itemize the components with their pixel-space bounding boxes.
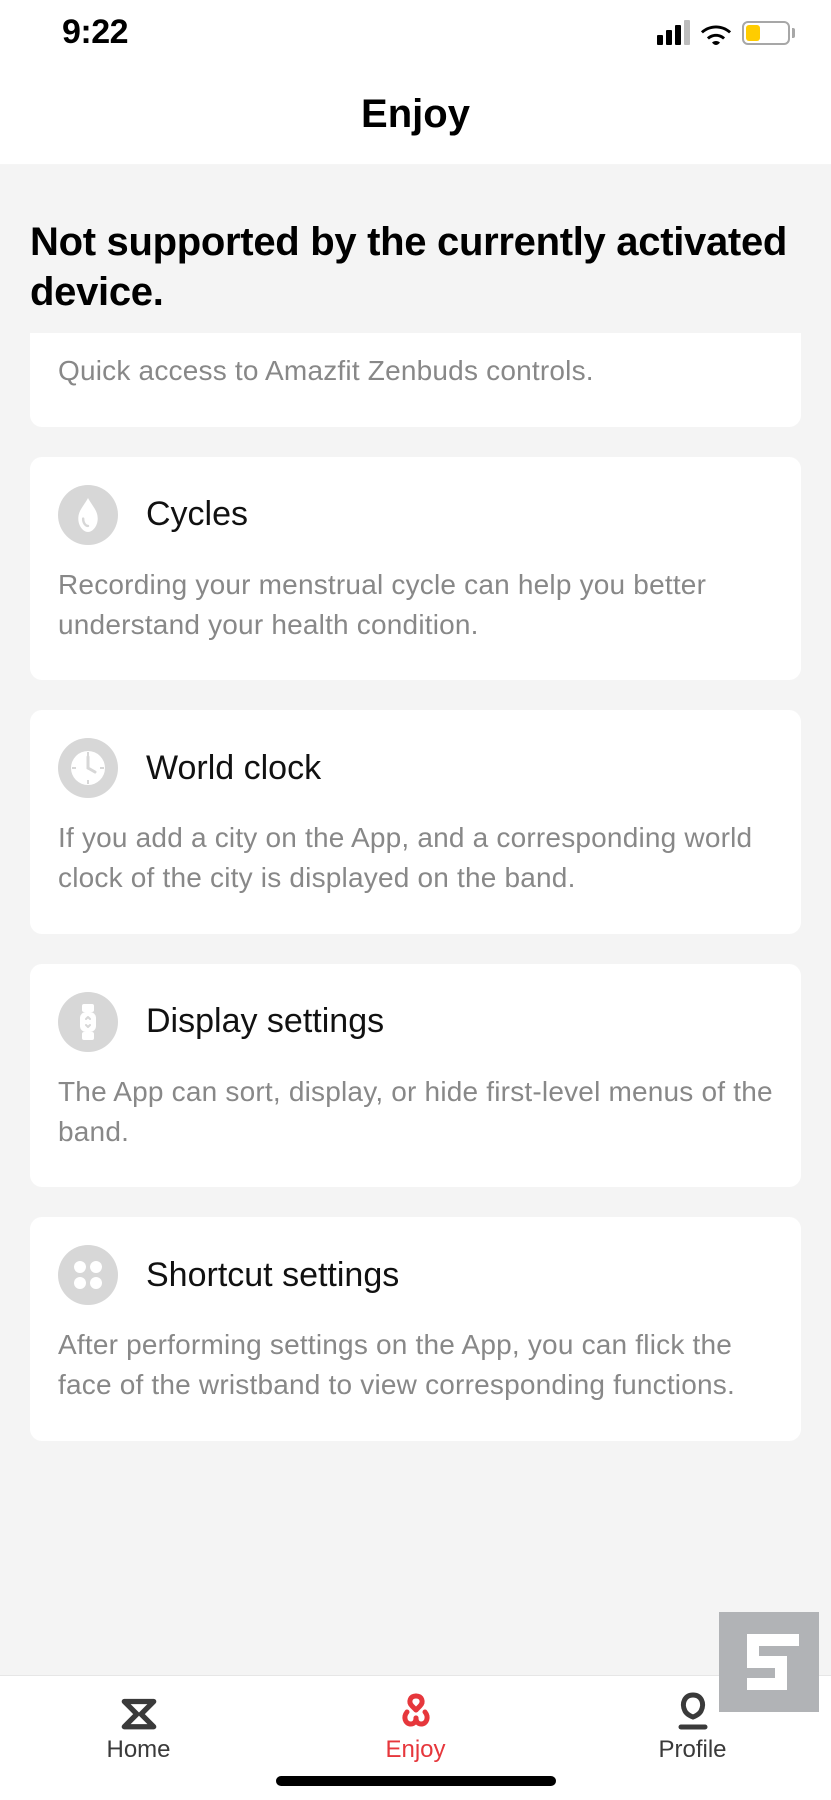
cycles-icon [58,485,118,545]
profile-icon [673,1690,713,1734]
home-icon [118,1690,160,1734]
card-description: After performing settings on the App, yo… [58,1325,773,1405]
card-title: Shortcut settings [146,1256,399,1295]
card-description: Recording your menstrual cycle can help … [58,565,773,645]
card-title: Display settings [146,1002,384,1041]
home-indicator[interactable] [276,1776,556,1786]
card-title: World clock [146,749,321,788]
card-description: Quick access to Amazfit Zenbuds controls… [58,351,773,391]
card-shortcut-settings[interactable]: Shortcut settings After performing setti… [30,1217,801,1441]
apps-icon [58,1245,118,1305]
content-area[interactable]: Not supported by the currently activated… [0,165,831,1675]
status-time: 9:22 [62,13,128,52]
status-bar: 9:22 [0,0,831,65]
enjoy-icon [394,1690,438,1734]
card-description: If you add a city on the App, and a corr… [58,818,773,898]
tab-label: Enjoy [385,1736,445,1764]
clock-icon [58,738,118,798]
card-cycles[interactable]: Cycles Recording your menstrual cycle ca… [30,457,801,681]
tab-label: Home [106,1736,170,1764]
page-header: Enjoy [0,65,831,165]
status-indicators [657,20,795,45]
tab-home[interactable]: Home [0,1676,277,1800]
cellular-signal-icon [657,20,690,45]
battery-icon [742,21,795,45]
wifi-icon [700,21,732,45]
engadget-watermark-icon [719,1612,819,1712]
section-heading: Not supported by the currently activated… [0,165,831,333]
card-display-settings[interactable]: Display settings The App can sort, displ… [30,964,801,1188]
card-title: Cycles [146,495,248,534]
page-title: Enjoy [361,92,470,137]
card-description: The App can sort, display, or hide first… [58,1072,773,1152]
band-icon [58,992,118,1052]
tab-label: Profile [658,1736,726,1764]
card-zenbuds[interactable]: Quick access to Amazfit Zenbuds controls… [30,333,801,427]
card-world-clock[interactable]: World clock If you add a city on the App… [30,710,801,934]
